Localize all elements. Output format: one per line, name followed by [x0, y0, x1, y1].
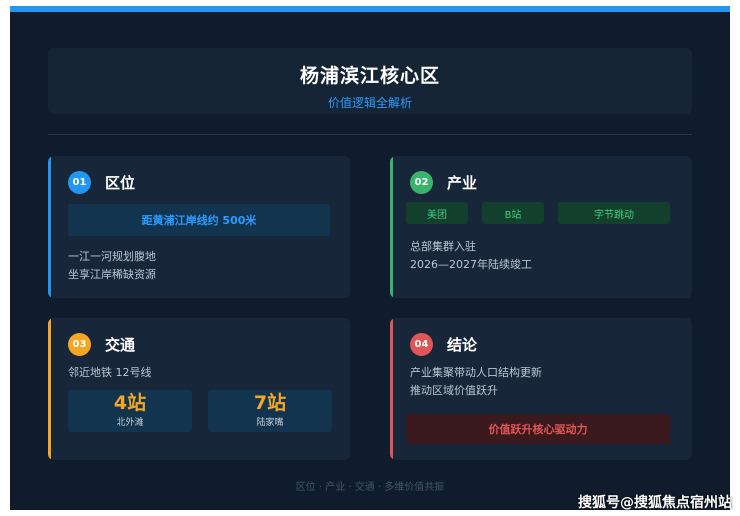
tag-bytedance: 字节跳动: [558, 202, 670, 224]
text-line: 总部集群入驻: [410, 240, 476, 253]
card-text: 产业集聚带动人口结构更新 推动区域价值跃升: [410, 364, 542, 400]
card-accent-bar: [390, 156, 393, 298]
stat-label: 陆家嘴: [256, 418, 284, 428]
card-header: 02 产业: [410, 170, 477, 194]
card-conclusion: 04 结论 产业集聚带动人口结构更新 推动区域价值跃升 价值跃升核心驱动力: [390, 318, 692, 460]
card-transport: 03 交通 邻近地铁 12号线 4站 北外滩 7站 陆家嘴: [48, 318, 350, 460]
stat-box-lujiazui: 7站 陆家嘴: [208, 390, 332, 432]
card-header: 03 交通: [68, 332, 135, 356]
card-title: 产业: [447, 173, 478, 192]
text-line: 一江一河规划腹地: [68, 250, 156, 263]
card-title: 交通: [105, 335, 136, 354]
header-panel: 杨浦滨江核心区 价值逻辑全解析: [48, 48, 692, 114]
company-tags: 美团 B站 字节跳动: [406, 202, 684, 224]
divider: [48, 134, 692, 135]
footer-tagline: 区位 · 产业 · 交通 · 多维价值共振: [295, 482, 445, 493]
stat-box-bund: 4站 北外滩: [68, 390, 192, 432]
text-line: 产业集聚带动人口结构更新: [410, 366, 542, 379]
number-badge: 04: [410, 332, 433, 356]
number-badge: 02: [410, 170, 433, 194]
card-header: 04 结论: [410, 332, 477, 356]
card-header: 01 区位: [68, 170, 135, 194]
stat-value: 7站: [253, 392, 287, 414]
location-highlight: 距黄浦江岸线约 500米: [68, 204, 330, 236]
card-text: 一江一河规划腹地 坐享江岸稀缺资源: [68, 248, 156, 284]
text-line: 2026—2027年陆续竣工: [410, 258, 532, 271]
card-title: 结论: [447, 335, 478, 354]
number-badge: 03: [68, 332, 91, 356]
tag-bilibili: B站: [482, 202, 544, 224]
infographic-frame: 杨浦滨江核心区 价值逻辑全解析 01 区位 距黄浦江岸线约 500米 一江一河规…: [10, 6, 730, 510]
card-text: 总部集群入驻 2026—2027年陆续竣工: [410, 238, 532, 274]
page-title: 杨浦滨江核心区: [299, 65, 440, 87]
card-title: 区位: [105, 173, 136, 192]
text-line: 推动区域价值跃升: [410, 384, 498, 397]
card-accent-bar: [48, 156, 51, 298]
conclusion-highlight: 价值跃升核心驱动力: [406, 414, 670, 444]
metro-line-text: 邻近地铁 12号线: [68, 366, 152, 379]
stat-value: 4站: [113, 392, 147, 414]
card-accent-bar: [390, 318, 393, 460]
text-line: 坐享江岸稀缺资源: [68, 268, 156, 281]
card-accent-bar: [48, 318, 51, 460]
stat-label: 北外滩: [116, 418, 144, 428]
watermark: 搜狐号@搜狐焦点宿州站: [578, 495, 732, 511]
number-badge: 01: [68, 170, 91, 194]
card-location: 01 区位 距黄浦江岸线约 500米 一江一河规划腹地 坐享江岸稀缺资源: [48, 156, 350, 298]
tag-meituan: 美团: [406, 202, 468, 224]
page-subtitle: 价值逻辑全解析: [327, 96, 412, 110]
card-industry: 02 产业 美团 B站 字节跳动 总部集群入驻 2026—2027年陆续竣工: [390, 156, 692, 298]
